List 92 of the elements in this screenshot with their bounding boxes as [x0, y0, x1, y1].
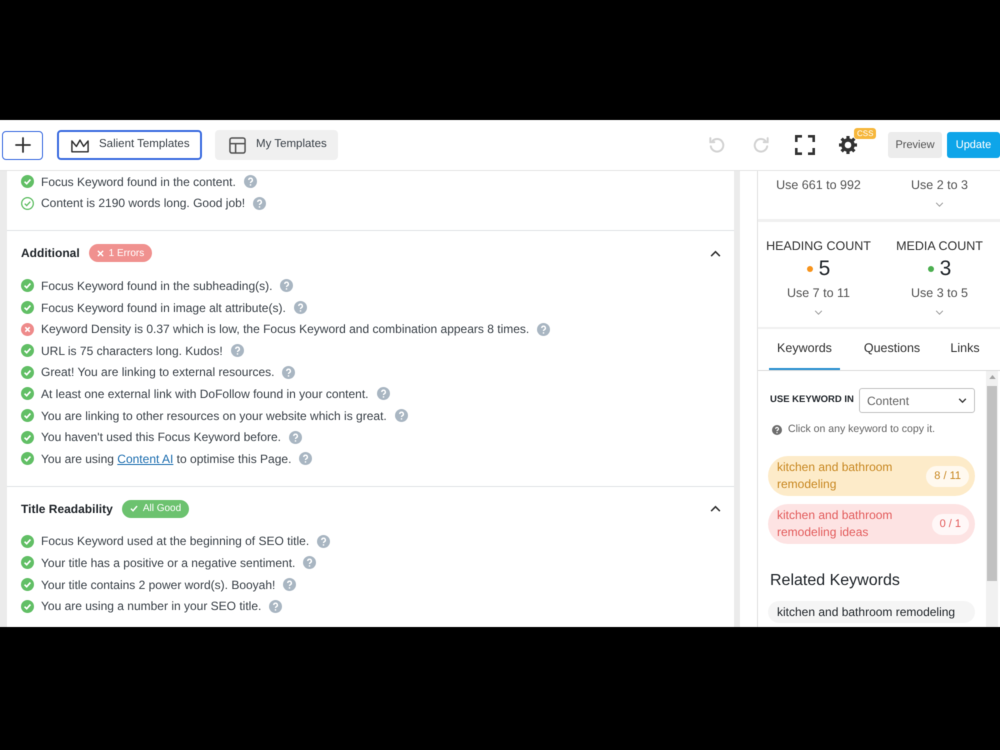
check-text: URL is 75 characters long. Kudos! [41, 342, 223, 360]
help-icon[interactable] [317, 534, 330, 548]
add-button[interactable] [2, 130, 43, 160]
check-circle-icon [21, 175, 34, 188]
check-circle-icon [21, 387, 34, 400]
layout-icon [229, 136, 246, 154]
chevron-down-icon[interactable] [814, 310, 823, 315]
help-icon[interactable] [376, 387, 390, 400]
check-circle-icon [21, 452, 34, 466]
scrollbar-thumb[interactable] [987, 386, 997, 581]
help-icon[interactable] [230, 344, 244, 358]
content-ai-link[interactable]: Content AI [117, 452, 174, 466]
keyword-location-select[interactable]: Content [859, 388, 975, 413]
error-circle-icon [21, 322, 34, 336]
help-icon [772, 425, 782, 435]
chevron-down-icon [958, 398, 967, 403]
scroll-up-icon[interactable] [988, 375, 996, 379]
check-text: Great! You are linking to external resources. [41, 364, 274, 382]
section-title: Title Readability [21, 500, 113, 518]
check-icon [130, 505, 138, 512]
check-circle-icon [21, 409, 34, 422]
stat-label: MEDIA COUNT [896, 239, 983, 254]
status-badge: All Good [122, 500, 190, 518]
check-text: You are using Content AI to optimise this Page. [41, 450, 292, 468]
crown-icon [71, 138, 89, 152]
check-text: At least one external link with DoFollow found in your content. [41, 386, 369, 403]
stat-value: 5 [818, 257, 830, 281]
tab[interactable]: Links [936, 329, 994, 370]
chevron-down-icon[interactable] [935, 202, 944, 207]
stat-label: HEADING COUNT [766, 239, 871, 254]
preview-button[interactable]: Preview [888, 132, 942, 158]
tab[interactable]: Keywords [769, 329, 840, 370]
keyword-text: kitchen and bathroom remodeling [777, 459, 894, 493]
stat-hint: Use 7 to 11 [786, 286, 850, 301]
stat-hint: Use 661 to 992 [776, 178, 861, 193]
check-text: You are using a number in your SEO title. [41, 598, 262, 616]
template-button[interactable]: My Templates [215, 130, 338, 160]
check-circle-icon [21, 578, 34, 592]
check-circle-icon [21, 366, 34, 379]
check-circle-icon [21, 600, 34, 613]
related-keyword[interactable]: kitchen and bathroom remodeling [768, 601, 975, 623]
check-circle-icon [21, 556, 34, 570]
check-circle-icon [21, 301, 34, 314]
check-text: Your title contains 2 power word(s). Booyah! [41, 576, 276, 594]
scrollbar[interactable] [986, 371, 998, 627]
stat-value: 3 [940, 257, 952, 281]
chevron-down-icon[interactable] [935, 310, 944, 315]
help-icon[interactable] [280, 279, 294, 292]
stat-hint: Use 2 to 3 [911, 178, 968, 193]
help-icon[interactable] [244, 175, 257, 188]
check-circle-icon [21, 344, 34, 358]
status-badge: 1 Errors [88, 244, 152, 262]
keyword-count: 0 / 1 [932, 514, 969, 534]
help-icon[interactable] [294, 301, 307, 314]
help-text: Click on any keyword to copy it. [788, 422, 936, 438]
help-icon[interactable] [289, 430, 302, 444]
check-text: You are linking to other resources on your website which is great. [41, 408, 387, 425]
check-circle-outline-icon [21, 196, 34, 210]
plus-icon [14, 137, 30, 153]
check-text: Focus Keyword found in image alt attribute(s). [41, 300, 286, 317]
section-heading: Related Keywords [770, 571, 901, 591]
check-circle-icon [21, 534, 34, 548]
help-icon[interactable] [537, 322, 550, 336]
check-circle-icon [21, 430, 34, 444]
check-text: You haven't used this Focus Keyword before. [41, 429, 281, 446]
tab[interactable]: Questions [852, 329, 932, 370]
check-circle-icon [21, 279, 34, 292]
chevron-up-icon[interactable] [710, 250, 721, 257]
help-icon[interactable] [283, 578, 296, 592]
check-text: Focus Keyword found in the subheading(s). [41, 278, 272, 295]
css-badge: CSS [854, 128, 876, 139]
check-text: Content is 2190 words long. Good job! [41, 195, 246, 212]
section-title: Additional [21, 245, 80, 262]
help-icon[interactable] [303, 556, 316, 570]
check-text: Your title has a positive or a negative sentiment. [41, 554, 296, 572]
check-text: Keyword Density is 0.37 which is low, the Focus Keyword and combination appears 8 times. [41, 321, 530, 338]
help-icon[interactable] [299, 452, 312, 466]
settings-icon[interactable] [838, 135, 858, 155]
help-icon[interactable] [394, 409, 408, 422]
help-icon[interactable] [269, 600, 282, 613]
check-text: Focus Keyword found in the content. [41, 174, 236, 191]
chevron-up-icon[interactable] [710, 505, 721, 512]
stat-hint: Use 3 to 5 [911, 286, 968, 301]
keyword-count: 8 / 11 [926, 466, 969, 486]
help-icon[interactable] [253, 196, 266, 210]
template-button[interactable]: Salient Templates [57, 130, 202, 160]
x-icon [96, 250, 104, 257]
help-icon[interactable] [282, 366, 296, 379]
field-label: USE KEYWORD IN [770, 393, 854, 408]
keyword-text: kitchen and bathroom remodeling ideas [777, 507, 894, 541]
fullscreen-icon[interactable] [795, 135, 815, 155]
check-text: Focus Keyword used at the beginning of SEO title. [41, 533, 310, 550]
